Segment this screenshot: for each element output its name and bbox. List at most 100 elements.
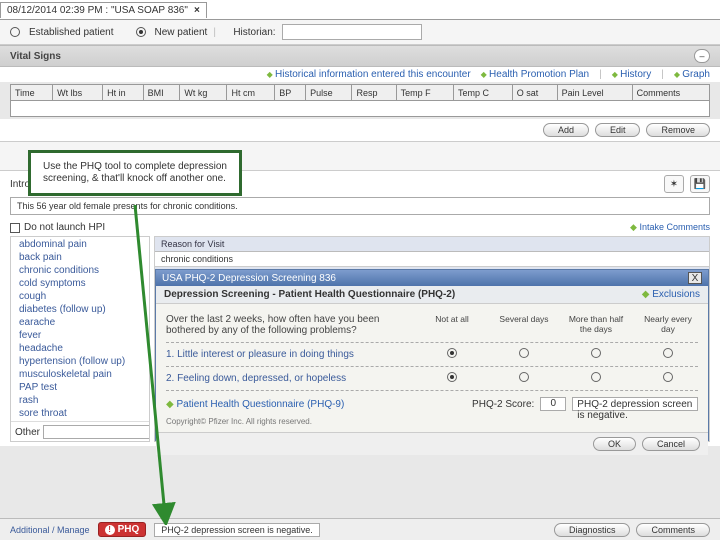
vital-signs-header: Vital Signs – — [0, 45, 720, 67]
vitals-row[interactable] — [11, 101, 710, 117]
q1-opt1[interactable] — [519, 348, 529, 358]
rfv-value: chronic conditions — [155, 252, 709, 267]
document-tab[interactable]: 08/12/2014 02:39 PM : "USA SOAP 836" × — [0, 2, 207, 18]
symptom-item[interactable]: hypertension (follow up) — [15, 355, 145, 368]
radio-established[interactable] — [10, 27, 20, 37]
hpi-controls: Do not launch HPI Intake Comments — [0, 219, 720, 236]
symptom-item[interactable]: headache — [15, 342, 145, 355]
vitals-col: O sat — [512, 85, 557, 101]
symptom-item[interactable]: sore throat — [15, 407, 145, 420]
symptom-item[interactable]: earache — [15, 316, 145, 329]
graph-link[interactable]: Graph — [674, 69, 710, 80]
modal-close-icon[interactable]: X — [688, 272, 702, 284]
q1-opt0[interactable] — [447, 348, 457, 358]
intro-text[interactable]: This 56 year old female presents for chr… — [10, 197, 710, 215]
remove-button[interactable]: Remove — [646, 123, 710, 137]
q1-label[interactable]: 1. Little interest or pleasure in doing … — [166, 349, 410, 360]
established-label: Established patient — [29, 27, 114, 38]
vitals-col: Time — [11, 85, 53, 101]
modal-titlebar[interactable]: USA PHQ-2 Depression Screening 836 X — [156, 270, 708, 286]
q2-label[interactable]: 2. Feeling down, depressed, or hopeless — [166, 373, 410, 384]
add-button[interactable]: Add — [543, 123, 589, 137]
vitals-col: Pain Level — [557, 85, 632, 101]
additional-manage-link[interactable]: Additional / Manage — [10, 525, 90, 535]
vitals-col: Ht cm — [227, 85, 275, 101]
symptom-item[interactable]: cough — [15, 290, 145, 303]
annotation-callout: Use the PHQ tool to complete depression … — [28, 150, 242, 196]
opt-1: Several days — [494, 314, 554, 336]
symptom-item[interactable]: abdominal pain — [15, 238, 145, 251]
vitals-col: Pulse — [306, 85, 352, 101]
vitals-col: BP — [275, 85, 306, 101]
tab-label: 08/12/2014 02:39 PM : "USA SOAP 836" — [7, 5, 188, 16]
phq2-modal: USA PHQ-2 Depression Screening 836 X Dep… — [155, 269, 709, 441]
symptom-item[interactable]: rash — [15, 394, 145, 407]
symptom-item[interactable]: diabetes (follow up) — [15, 303, 145, 316]
q2-opt3[interactable] — [663, 372, 673, 382]
save-icon[interactable]: 💾 — [690, 175, 710, 193]
vitals-buttons: Add Edit Remove — [0, 119, 720, 141]
modal-subheader: Depression Screening - Patient Health Qu… — [156, 286, 708, 304]
patient-type-row: Established patient New patient | Histor… — [0, 20, 720, 45]
historian-label: Historian: — [233, 27, 275, 38]
hpi-body: abdominal painback painchronic condition… — [0, 236, 720, 446]
q1-opt2[interactable] — [591, 348, 601, 358]
opt-2: More than half the days — [566, 314, 626, 336]
result-value: PHQ-2 depression screen is negative. — [572, 397, 698, 411]
collapse-icon[interactable]: – — [694, 49, 710, 63]
diagnostics-button[interactable]: Diagnostics — [554, 523, 631, 537]
score-label: PHQ-2 Score: — [472, 399, 534, 410]
vitals-linkbar: Historical information entered this enco… — [0, 67, 720, 82]
vital-signs-title: Vital Signs — [10, 51, 61, 62]
vitals-col: Wt kg — [180, 85, 227, 101]
modal-sub-text: Depression Screening - Patient Health Qu… — [164, 289, 455, 300]
intake-comments-link[interactable]: Intake Comments — [630, 222, 710, 233]
score-value: 0 — [540, 397, 566, 411]
q2-opt1[interactable] — [519, 372, 529, 382]
historian-input[interactable] — [282, 24, 422, 40]
symptom-item[interactable]: PAP test — [15, 381, 145, 394]
hist-info-link[interactable]: Historical information entered this enco… — [267, 69, 471, 80]
cancel-button[interactable]: Cancel — [642, 437, 700, 451]
q1-opt3[interactable] — [663, 348, 673, 358]
no-hpi-checkbox[interactable] — [10, 223, 20, 233]
phq9-link[interactable]: Patient Health Questionnaire (PHQ-9) — [166, 399, 344, 410]
q2-opt0[interactable] — [447, 372, 457, 382]
health-plan-link[interactable]: Health Promotion Plan — [481, 69, 589, 80]
close-icon[interactable]: × — [194, 5, 200, 16]
comments-button[interactable]: Comments — [636, 523, 710, 537]
edit-button[interactable]: Edit — [595, 123, 641, 137]
q2-opt2[interactable] — [591, 372, 601, 382]
symptom-item[interactable]: back pain — [15, 251, 145, 264]
phq-status: PHQ-2 depression screen is negative. — [154, 523, 320, 537]
modal-title-text: USA PHQ-2 Depression Screening 836 — [162, 273, 336, 284]
symptom-item[interactable]: chronic conditions — [15, 264, 145, 277]
question-1: 1. Little interest or pleasure in doing … — [166, 345, 698, 364]
phq-button[interactable]: PHQ — [98, 522, 147, 537]
symptom-item[interactable]: musculoskeletal pain — [15, 368, 145, 381]
radio-new[interactable] — [136, 27, 146, 37]
footer-bar: Additional / Manage PHQ PHQ-2 depression… — [0, 518, 720, 540]
other-input[interactable] — [43, 425, 150, 439]
refresh-icon[interactable]: ✶ — [664, 175, 684, 193]
vitals-col: Ht in — [103, 85, 143, 101]
symptom-item[interactable]: fever — [15, 329, 145, 342]
exclusions-link[interactable]: Exclusions — [642, 289, 700, 300]
vitals-table: TimeWt lbsHt inBMIWt kgHt cmBPPulseRespT… — [10, 84, 710, 117]
vitals-col: Temp C — [453, 85, 512, 101]
vitals-col: Resp — [352, 85, 396, 101]
opt-3: Nearly every day — [638, 314, 698, 336]
history-link[interactable]: History — [612, 69, 652, 80]
vitals-col: BMI — [143, 85, 180, 101]
ok-button[interactable]: OK — [593, 437, 636, 451]
symptom-item[interactable]: cold symptoms — [15, 277, 145, 290]
new-label: New patient — [155, 27, 208, 38]
hpi-right-pane: Reason for Visit chronic conditions Hist… — [154, 236, 710, 442]
opt-0: Not at all — [422, 314, 482, 336]
symptom-list[interactable]: abdominal painback painchronic condition… — [10, 236, 150, 442]
other-label: Other — [15, 427, 40, 438]
vitals-col: Temp F — [396, 85, 453, 101]
question-lead: Over the last 2 weeks, how often have yo… — [166, 314, 410, 336]
no-hpi-label: Do not launch HPI — [24, 222, 105, 233]
rfv-header: Reason for Visit — [155, 237, 709, 252]
